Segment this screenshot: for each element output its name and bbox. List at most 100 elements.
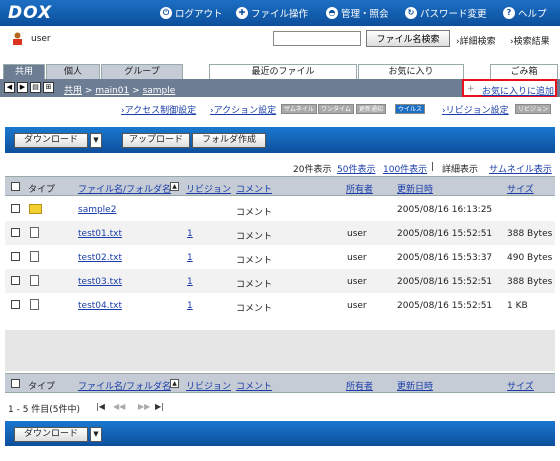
app-logo: DOX [8,3,53,23]
empty-area [5,355,555,371]
col-owner[interactable]: 所有者 [346,379,373,392]
col-size[interactable]: サイズ [507,379,534,392]
virus-badge[interactable]: ウイルス [395,104,426,114]
table-row[interactable]: test04.txt 1 コメント user 2005/08/16 15:52:… [5,293,555,317]
col-comment[interactable]: コメント [236,379,272,392]
view-20: 20件表示 [293,165,332,175]
nav-admin[interactable]: ◓ 管理・照会 [326,6,389,20]
file-ops-icon: ✚ [236,7,248,19]
tab-shared[interactable]: 共用 [3,64,45,79]
row-revision[interactable]: 1 [187,301,193,311]
back-icon[interactable]: ◀ [4,82,15,93]
detail-view: 詳細表示 [442,165,479,175]
settings-row: ›アクセス制御設定 ›アクション設定 サムネイル ワンタイム 更新通知 ウイルス… [0,103,560,117]
top-header: DOX ⏻ ログアウト ✚ ファイル操作 ◓ 管理・照会 ↻ パスワード変更 ? ヘルプ [0,0,560,26]
user-row: user ファイル名検索 ›詳細検索 ›検索結果 [0,26,560,52]
row-checkbox[interactable] [11,252,20,261]
download-button-bottom[interactable]: ダウンロード [14,427,88,442]
revision-badge[interactable]: リビジョン [515,104,552,114]
next-page-icon: ▶▶ [138,402,151,411]
row-updated: 2005/08/16 15:52:51 [397,277,493,287]
search-results-link[interactable]: ›検索結果 [510,34,550,47]
upload-button[interactable]: アップロード [122,133,190,148]
row-revision[interactable]: 1 [187,253,193,263]
row-size: 388 Bytes [507,277,553,287]
nav-file-ops[interactable]: ✚ ファイル操作 [236,6,308,20]
action-settings-link[interactable]: ›アクション設定 [210,103,276,116]
filename-search-input[interactable] [273,31,361,46]
col-updated[interactable]: 更新日時 [397,182,433,195]
select-all-checkbox[interactable] [11,182,20,191]
row-name[interactable]: test01.txt [78,229,122,239]
table-row[interactable]: test01.txt 1 コメント user 2005/08/16 15:52:… [5,221,555,245]
advanced-search-link[interactable]: ›詳細検索 [456,34,496,47]
col-comment[interactable]: コメント [236,182,272,195]
row-owner: user [347,229,367,239]
folder-up-icon[interactable]: ▤ [30,82,41,93]
row-name[interactable]: sample2 [78,205,116,215]
tab-bar: 共用 個人 グループ 最近のファイル お気に入り ごみ箱 [0,64,560,79]
file-toolbar: ダウンロード ▼ アップロード フォルダ作成 [5,127,555,153]
last-page-icon[interactable]: ▶| [155,402,164,411]
row-comment: コメント [236,280,273,290]
access-control-link[interactable]: ›アクセス制御設定 [121,103,196,116]
row-checkbox[interactable] [11,300,20,309]
view-50-link[interactable]: 50件表示 [337,162,375,175]
create-folder-button[interactable]: フォルダ作成 [192,133,266,148]
tab-recent-files[interactable]: 最近のファイル [209,64,357,79]
tab-group[interactable]: グループ [101,64,183,79]
breadcrumb: 共用 > main01 > sample [64,83,175,96]
tab-personal[interactable]: 個人 [46,64,100,79]
row-name[interactable]: test02.txt [78,253,122,263]
thumbnail-view-link[interactable]: サムネイル表示 [489,162,552,175]
col-revision[interactable]: リビジョン [186,379,231,392]
table-row[interactable]: sample2 コメント 2005/08/16 16:13:25 [5,197,555,221]
revision-settings-link[interactable]: ›リビジョン設定 [442,103,509,116]
col-updated[interactable]: 更新日時 [397,379,433,392]
breadcrumb-root[interactable]: 共用 [64,86,82,96]
tree-icon[interactable]: ⊞ [43,82,54,93]
sort-asc-icon[interactable]: ▲ [170,182,179,191]
sort-asc-icon[interactable]: ▲ [170,379,179,388]
row-checkbox[interactable] [11,228,20,237]
download-dropdown-icon[interactable]: ▼ [90,427,102,442]
col-size[interactable]: サイズ [507,182,534,195]
forward-icon[interactable]: ▶ [17,82,28,93]
folder-icon [29,204,42,214]
row-revision[interactable]: 1 [187,229,193,239]
download-dropdown-icon[interactable]: ▼ [90,133,102,148]
col-name[interactable]: ファイル名/フォルダ名 [78,182,171,195]
add-favorite-link[interactable]: + お気に入りに追加 [462,79,557,97]
row-name[interactable]: test03.txt [78,277,122,287]
col-owner[interactable]: 所有者 [346,182,373,195]
breadcrumb-sample[interactable]: sample [143,86,176,96]
tab-favorites[interactable]: お気に入り [358,64,464,79]
row-revision[interactable]: 1 [187,277,193,287]
nav-password[interactable]: ↻ パスワード変更 [405,6,487,20]
row-checkbox[interactable] [11,276,20,285]
col-revision[interactable]: リビジョン [186,182,231,195]
breadcrumb-main01[interactable]: main01 [95,86,129,96]
view-100-link[interactable]: 100件表示 [383,162,427,175]
nav-help[interactable]: ? ヘルプ [503,6,547,20]
row-name[interactable]: test04.txt [78,301,122,311]
filename-search-button[interactable]: ファイル名検索 [366,30,450,47]
table-row[interactable]: test03.txt 1 コメント user 2005/08/16 15:52:… [5,269,555,293]
row-checkbox[interactable] [11,204,20,213]
tab-trash[interactable]: ごみ箱 [490,64,558,79]
thumbnail-badge[interactable]: サムネイル [281,104,317,114]
select-all-checkbox-bottom[interactable] [11,379,20,388]
update-notify-badge[interactable]: 更新通知 [356,104,387,114]
download-button[interactable]: ダウンロード [14,133,88,148]
row-owner: user [347,253,367,263]
file-icon [30,299,39,310]
row-size: 1 KB [507,301,528,311]
row-updated: 2005/08/16 15:52:51 [397,301,493,311]
access-control-label: アクセス制御設定 [124,106,197,116]
nav-logout[interactable]: ⏻ ログアウト [160,6,223,20]
first-page-icon[interactable]: |◀ [96,402,105,411]
table-footer-header: タイプ ファイル名/フォルダ名 ▲ リビジョン コメント 所有者 更新日時 サイ… [5,373,555,393]
onetime-badge[interactable]: ワンタイム [318,104,354,114]
col-name[interactable]: ファイル名/フォルダ名 [78,379,171,392]
table-row[interactable]: test02.txt 1 コメント user 2005/08/16 15:53:… [5,245,555,269]
